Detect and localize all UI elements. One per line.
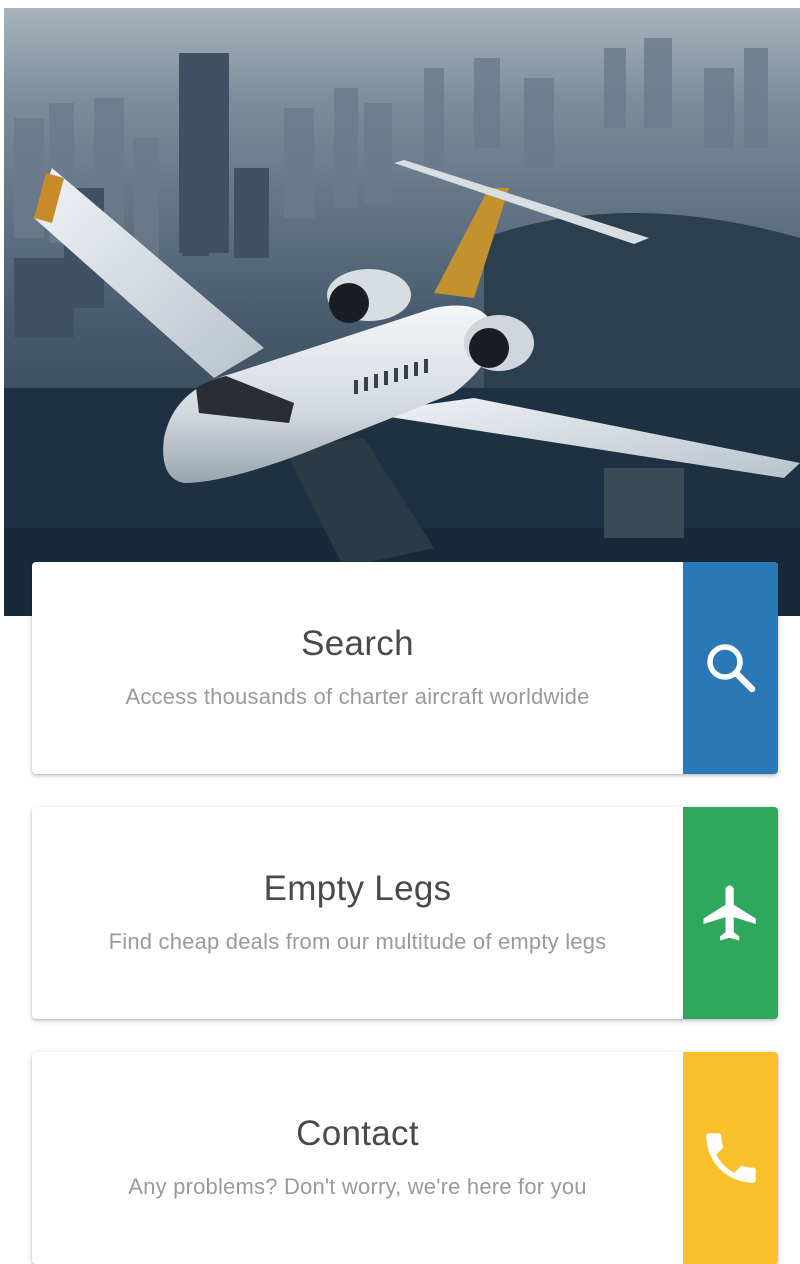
contact-card-icon-panel[interactable] <box>683 1052 778 1264</box>
phone-icon <box>705 1133 756 1183</box>
search-card-subtitle: Access thousands of charter aircraft wor… <box>125 684 590 709</box>
empty-legs-card-subtitle: Find cheap deals from our multitude of e… <box>108 929 607 954</box>
contact-card-subtitle: Any problems? Don't worry, we're here fo… <box>128 1174 587 1199</box>
contact-card[interactable]: Contact Any problems? Don't worry, we're… <box>32 1052 778 1264</box>
search-icon <box>706 644 755 693</box>
search-card-icon-panel[interactable] <box>683 562 778 774</box>
empty-legs-card-icon-panel[interactable] <box>683 807 778 1019</box>
contact-card-title: Contact <box>296 1114 419 1153</box>
airplane-icon <box>703 885 756 941</box>
contact-card-text: Contact Any problems? Don't worry, we're… <box>32 1052 683 1264</box>
search-card-text: Search Access thousands of charter aircr… <box>32 562 683 774</box>
hero-jet-city-illustration <box>4 8 800 616</box>
search-card-title: Search <box>301 624 414 663</box>
empty-legs-card-title: Empty Legs <box>263 869 452 908</box>
search-card[interactable]: Search Access thousands of charter aircr… <box>32 562 778 774</box>
empty-legs-card-text: Empty Legs Find cheap deals from our mul… <box>32 807 683 1019</box>
hero-image <box>4 8 800 616</box>
empty-legs-card[interactable]: Empty Legs Find cheap deals from our mul… <box>32 807 778 1019</box>
